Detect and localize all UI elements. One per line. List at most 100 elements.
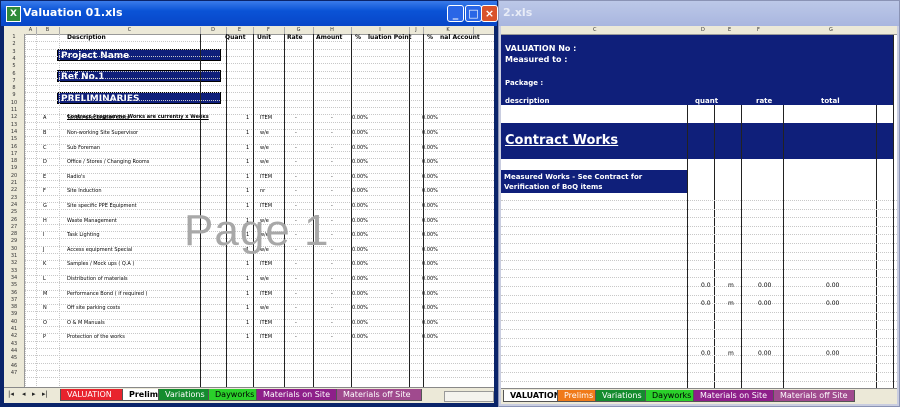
row-header-1[interactable]: 1 — [4, 34, 24, 41]
row-header-16[interactable]: 16 — [4, 144, 24, 151]
item-a-amount: - — [331, 115, 333, 122]
sheet-tab-valuation[interactable]: VALUATION — [503, 390, 560, 402]
sheet-tab-variations[interactable]: Variations — [595, 390, 647, 402]
item-m-unit: ITEM — [260, 290, 273, 297]
row-header-30[interactable]: 30 — [4, 246, 24, 253]
column-header-k[interactable]: K — [423, 27, 474, 34]
row-header-21[interactable]: 21 — [4, 180, 24, 187]
row-header-41[interactable]: 41 — [4, 326, 24, 333]
row-header-14[interactable]: 14 — [4, 129, 24, 136]
column-header-g[interactable]: G — [284, 27, 314, 34]
row-header-11[interactable]: 11 — [4, 107, 24, 114]
sheet-tab-variations[interactable]: Variations — [158, 389, 210, 401]
last-sheet-icon[interactable]: ▸| — [42, 390, 48, 398]
sheet-tab-materials-on-site[interactable]: Materials on Site — [256, 389, 338, 401]
row-header-44[interactable]: 44 — [4, 348, 24, 355]
sheet-tab-prelims[interactable]: Prelims — [122, 389, 163, 401]
cell-grid[interactable]: ABCDEFGHIJK 1 2 3 4 5 6 7 8 9 10 11 12 13 14 15 16 17 18 1… — [4, 26, 494, 396]
item-c-letter: C — [43, 144, 47, 151]
row-header-32[interactable]: 32 — [4, 260, 24, 267]
row-header-31[interactable]: 31 — [4, 253, 24, 260]
row-header-13[interactable]: 13 — [4, 122, 24, 129]
horizontal-scrollbar[interactable] — [444, 391, 494, 402]
row-header-38[interactable]: 38 — [4, 304, 24, 311]
right-cell-grid[interactable]: 0.0m0.000.000.0m0.000.000.0m0.000.000.0m… — [501, 35, 897, 403]
row-header-10[interactable]: 10 — [4, 100, 24, 107]
column-header-j[interactable]: J — [409, 27, 424, 34]
first-sheet-icon[interactable]: |◂ — [8, 390, 14, 398]
column-header-c[interactable]: C — [59, 27, 201, 34]
row-header-26[interactable]: 26 — [4, 217, 24, 224]
row-header-25[interactable]: 25 — [4, 209, 24, 216]
row-gridline — [501, 243, 897, 244]
column-gridline — [351, 34, 352, 396]
sheet-tab-dayworks[interactable]: Dayworks — [645, 390, 695, 402]
row-header-42[interactable]: 42 — [4, 333, 24, 340]
row-header-45[interactable]: 45 — [4, 355, 24, 362]
item-h-percent-2: 0.00% — [422, 217, 438, 224]
row-header-12[interactable]: 12 — [4, 114, 24, 121]
row-header-29[interactable]: 29 — [4, 238, 24, 245]
row-header-47[interactable]: 47 — [4, 370, 24, 377]
row-header-36[interactable]: 36 — [4, 290, 24, 297]
row-header-40[interactable]: 40 — [4, 319, 24, 326]
column-header-f[interactable]: F — [253, 27, 285, 34]
prev-sheet-icon[interactable]: ◂ — [22, 390, 26, 398]
row-header-23[interactable]: 23 — [4, 195, 24, 202]
row-header-9[interactable]: 9 — [4, 92, 24, 99]
row-header-34[interactable]: 34 — [4, 275, 24, 282]
preliminaries-box: PRELIMINARIES — [57, 92, 221, 104]
row-header-8[interactable]: 8 — [4, 85, 24, 92]
sheet-tab-dayworks[interactable]: Dayworks — [208, 389, 258, 401]
column-header-d[interactable]: D — [200, 27, 227, 34]
column-header-h[interactable]: H — [313, 27, 352, 34]
item-f-rate: - — [295, 188, 297, 195]
row-header-28[interactable]: 28 — [4, 231, 24, 238]
row-header-2[interactable]: 2 — [4, 41, 24, 48]
sheet-tab-prelims[interactable]: Prelims — [557, 390, 597, 402]
item-h-description: Waste Management — [67, 217, 117, 224]
col-e: E — [728, 27, 732, 33]
title-bar[interactable]: X Valuation 01.xls _ □ × — [1, 1, 498, 26]
item-k-percent-2: 0.00% — [422, 261, 438, 268]
row-header-15[interactable]: 15 — [4, 136, 24, 143]
row-header-35[interactable]: 35 — [4, 282, 24, 289]
minimize-icon[interactable]: _ — [447, 5, 464, 22]
row-header-37[interactable]: 37 — [4, 297, 24, 304]
column-gridline — [409, 34, 410, 396]
row-header-43[interactable]: 43 — [4, 341, 24, 348]
row-header-39[interactable]: 39 — [4, 311, 24, 318]
item-a-rate: - — [295, 115, 297, 122]
sheet-tab-materials-off-site[interactable]: Materials off Site — [773, 390, 855, 402]
column-header-b[interactable]: B — [36, 27, 60, 34]
value-row-1-total: 0.00 — [826, 282, 840, 289]
row-header-18[interactable]: 18 — [4, 158, 24, 165]
next-sheet-icon[interactable]: ▸ — [32, 390, 36, 398]
row-header-3[interactable]: 3 — [4, 49, 24, 56]
column-header-e[interactable]: E — [226, 27, 254, 34]
item-c-unit: w/e — [260, 144, 269, 151]
column-gridline — [25, 34, 26, 396]
item-e-percent: 0.00% — [352, 173, 368, 180]
row-header-27[interactable]: 27 — [4, 224, 24, 231]
row-header-24[interactable]: 24 — [4, 202, 24, 209]
maximize-icon[interactable]: □ — [465, 5, 482, 22]
row-header-20[interactable]: 20 — [4, 173, 24, 180]
row-header-5[interactable]: 5 — [4, 63, 24, 70]
close-icon[interactable]: × — [481, 5, 498, 22]
row-header-46[interactable]: 46 — [4, 363, 24, 370]
column-header-i[interactable]: I — [351, 27, 410, 34]
row-header-19[interactable]: 19 — [4, 165, 24, 172]
row-header-6[interactable]: 6 — [4, 71, 24, 78]
sheet-tab-materials-on-site[interactable]: Materials on Site — [693, 390, 775, 402]
sheet-tab-materials-off-site[interactable]: Materials off Site — [336, 389, 422, 401]
title-bar-inactive[interactable]: 2.xls — [499, 1, 899, 26]
row-header-17[interactable]: 17 — [4, 151, 24, 158]
item-b-amount: - — [331, 129, 333, 136]
row-header-33[interactable]: 33 — [4, 268, 24, 275]
row-header-4[interactable]: 4 — [4, 56, 24, 63]
row-header-22[interactable]: 22 — [4, 187, 24, 194]
row-header-7[interactable]: 7 — [4, 78, 24, 85]
value-row-1-rate: 0.00 — [758, 282, 772, 289]
sheet-tab-valuation[interactable]: VALUATION — [60, 389, 124, 401]
